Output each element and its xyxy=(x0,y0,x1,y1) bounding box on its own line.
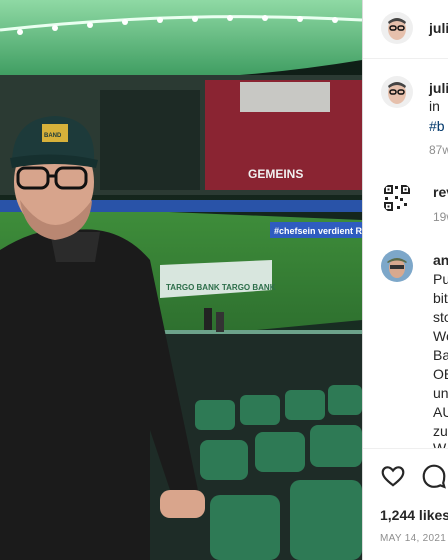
likes-count[interactable]: 1,244 likes xyxy=(380,507,448,523)
commenter-avatar-2[interactable] xyxy=(381,250,413,282)
comment-line: OE xyxy=(433,366,448,382)
post-sidebar: juli juli in #b 87w rev 19w xyxy=(362,0,448,560)
comment-icon[interactable] xyxy=(421,463,447,489)
comment-line: Ba xyxy=(433,347,448,363)
cap-badge-text: BAND xyxy=(44,133,62,139)
commenter-avatar-qr[interactable] xyxy=(381,182,413,214)
comment-line: Pu xyxy=(433,271,448,287)
author-username[interactable]: juli xyxy=(429,20,448,36)
caption-avatar[interactable] xyxy=(381,76,413,108)
comment-line: zu xyxy=(433,423,448,439)
avatar-image xyxy=(381,250,413,282)
comment-time-1[interactable]: 19w xyxy=(433,210,448,224)
board-text-2: TARGO BANK TARGO BANK xyxy=(166,283,276,292)
comment-line: un xyxy=(433,385,448,401)
comment-username-2[interactable]: an xyxy=(433,252,448,268)
comment-line: AU xyxy=(433,404,448,420)
stadium-banner-text: GEMEINS xyxy=(248,167,303,181)
post-photo[interactable]: GEMEINS #chefsein verdient Resp TARGO BA… xyxy=(0,0,362,560)
post-actions: 1,244 likes MAY 14, 2021 xyxy=(363,448,448,560)
caption-hashtag[interactable]: #b xyxy=(429,118,445,134)
author-avatar[interactable] xyxy=(381,12,413,44)
post-header: juli xyxy=(363,0,448,59)
comment-line: sto xyxy=(433,309,448,325)
qr-icon xyxy=(381,182,413,214)
heart-icon[interactable] xyxy=(380,463,406,489)
comment-line: We xyxy=(433,328,448,344)
avatar-image xyxy=(381,76,413,108)
stadium-photo: GEMEINS #chefsein verdient Resp TARGO BA… xyxy=(0,0,362,560)
caption-text: in xyxy=(429,98,440,114)
comment-username-1[interactable]: rev xyxy=(433,184,448,200)
comment-line: bit xyxy=(433,290,448,306)
post-date: MAY 14, 2021 xyxy=(380,533,447,544)
board-text-1: #chefsein verdient Resp xyxy=(274,226,362,236)
caption-time[interactable]: 87w xyxy=(429,143,448,157)
avatar-image xyxy=(381,12,413,44)
caption-username[interactable]: juli xyxy=(429,80,448,96)
